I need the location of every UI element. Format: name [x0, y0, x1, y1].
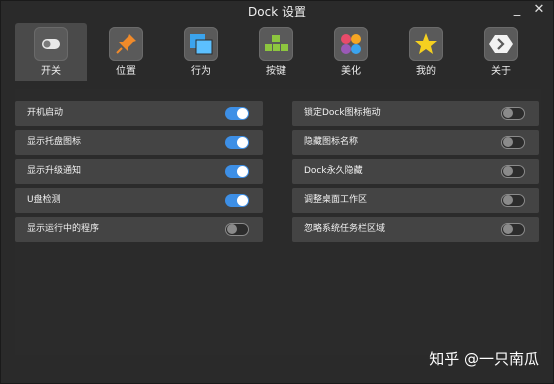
settings-column-left: 开机启动 显示托盘图标 显示升级通知 U盘检测 显示运行中的程序 — [15, 101, 263, 246]
setting-row-ignore-taskbar[interactable]: 忽略系统任务栏区域 — [292, 217, 539, 242]
palette-icon — [334, 27, 368, 61]
watermark: 知乎 @一只南瓜 — [429, 350, 539, 368]
windows-icon — [184, 27, 218, 61]
tab-mine[interactable]: 我的 — [390, 23, 462, 81]
tab-keys[interactable]: 按键 — [240, 23, 312, 81]
setting-label: 显示运行中的程序 — [27, 224, 100, 234]
permanent-hide-toggle[interactable] — [501, 165, 525, 178]
setting-label: 调整桌面工作区 — [304, 195, 368, 205]
window-title: Dock 设置 — [248, 5, 306, 19]
pin-icon — [109, 27, 143, 61]
setting-label: 隐藏图标名称 — [304, 137, 359, 147]
hide-names-toggle[interactable] — [501, 136, 525, 149]
tab-label: 关于 — [491, 66, 511, 77]
tab-label: 位置 — [116, 66, 136, 77]
setting-row-permanent-hide[interactable]: Dock永久隐藏 — [292, 159, 539, 184]
tab-label: 我的 — [416, 66, 436, 77]
setting-row-hide-names[interactable]: 隐藏图标名称 — [292, 130, 539, 155]
update-notify-toggle[interactable] — [225, 165, 249, 178]
tray-icon-toggle[interactable] — [225, 136, 249, 149]
tab-beautify[interactable]: 美化 — [315, 23, 387, 81]
tab-bar: 开关 位置 行为 按键 美化 我的 关于 — [15, 23, 545, 81]
hexagon-icon — [484, 27, 518, 61]
setting-row-tray-icon[interactable]: 显示托盘图标 — [15, 130, 263, 155]
settings-panel: 开机启动 显示托盘图标 显示升级通知 U盘检测 显示运行中的程序 锁定Dock图… — [15, 89, 541, 355]
setting-row-running-programs[interactable]: 显示运行中的程序 — [15, 217, 263, 242]
lock-drag-toggle[interactable] — [501, 107, 525, 120]
tab-label: 开关 — [41, 66, 61, 77]
tab-switches[interactable]: 开关 — [15, 23, 87, 81]
running-programs-toggle[interactable] — [225, 223, 249, 236]
close-button[interactable]: ✕ — [533, 3, 545, 17]
setting-label: 开机启动 — [27, 108, 64, 118]
keys-icon — [259, 27, 293, 61]
setting-label: 忽略系统任务栏区域 — [304, 224, 386, 234]
setting-label: Dock永久隐藏 — [304, 166, 363, 176]
setting-label: 锁定Dock图标拖动 — [304, 108, 381, 118]
tab-label: 美化 — [341, 66, 361, 77]
setting-row-adjust-workarea[interactable]: 调整桌面工作区 — [292, 188, 539, 213]
tab-label: 按键 — [266, 66, 286, 77]
tab-label: 行为 — [191, 66, 211, 77]
tab-position[interactable]: 位置 — [90, 23, 162, 81]
minimize-button[interactable]: _ — [511, 3, 523, 17]
usb-detect-toggle[interactable] — [225, 194, 249, 207]
setting-label: U盘检测 — [27, 195, 61, 205]
tab-behavior[interactable]: 行为 — [165, 23, 237, 81]
setting-label: 显示升级通知 — [27, 166, 82, 176]
setting-row-lock-drag[interactable]: 锁定Dock图标拖动 — [292, 101, 539, 126]
title-bar: Dock 设置 _ ✕ — [1, 1, 553, 23]
autostart-toggle[interactable] — [225, 107, 249, 120]
adjust-workarea-toggle[interactable] — [501, 194, 525, 207]
toggle-icon — [34, 27, 68, 61]
star-icon — [409, 27, 443, 61]
settings-column-right: 锁定Dock图标拖动 隐藏图标名称 Dock永久隐藏 调整桌面工作区 忽略系统任… — [292, 101, 539, 246]
ignore-taskbar-toggle[interactable] — [501, 223, 525, 236]
setting-row-usb-detect[interactable]: U盘检测 — [15, 188, 263, 213]
setting-row-update-notify[interactable]: 显示升级通知 — [15, 159, 263, 184]
setting-row-autostart[interactable]: 开机启动 — [15, 101, 263, 126]
setting-label: 显示托盘图标 — [27, 137, 82, 147]
dock-settings-window: Dock 设置 _ ✕ 开关 位置 行为 按键 美化 我的 关于 开机启动 显示… — [0, 0, 554, 384]
tab-about[interactable]: 关于 — [465, 23, 537, 81]
